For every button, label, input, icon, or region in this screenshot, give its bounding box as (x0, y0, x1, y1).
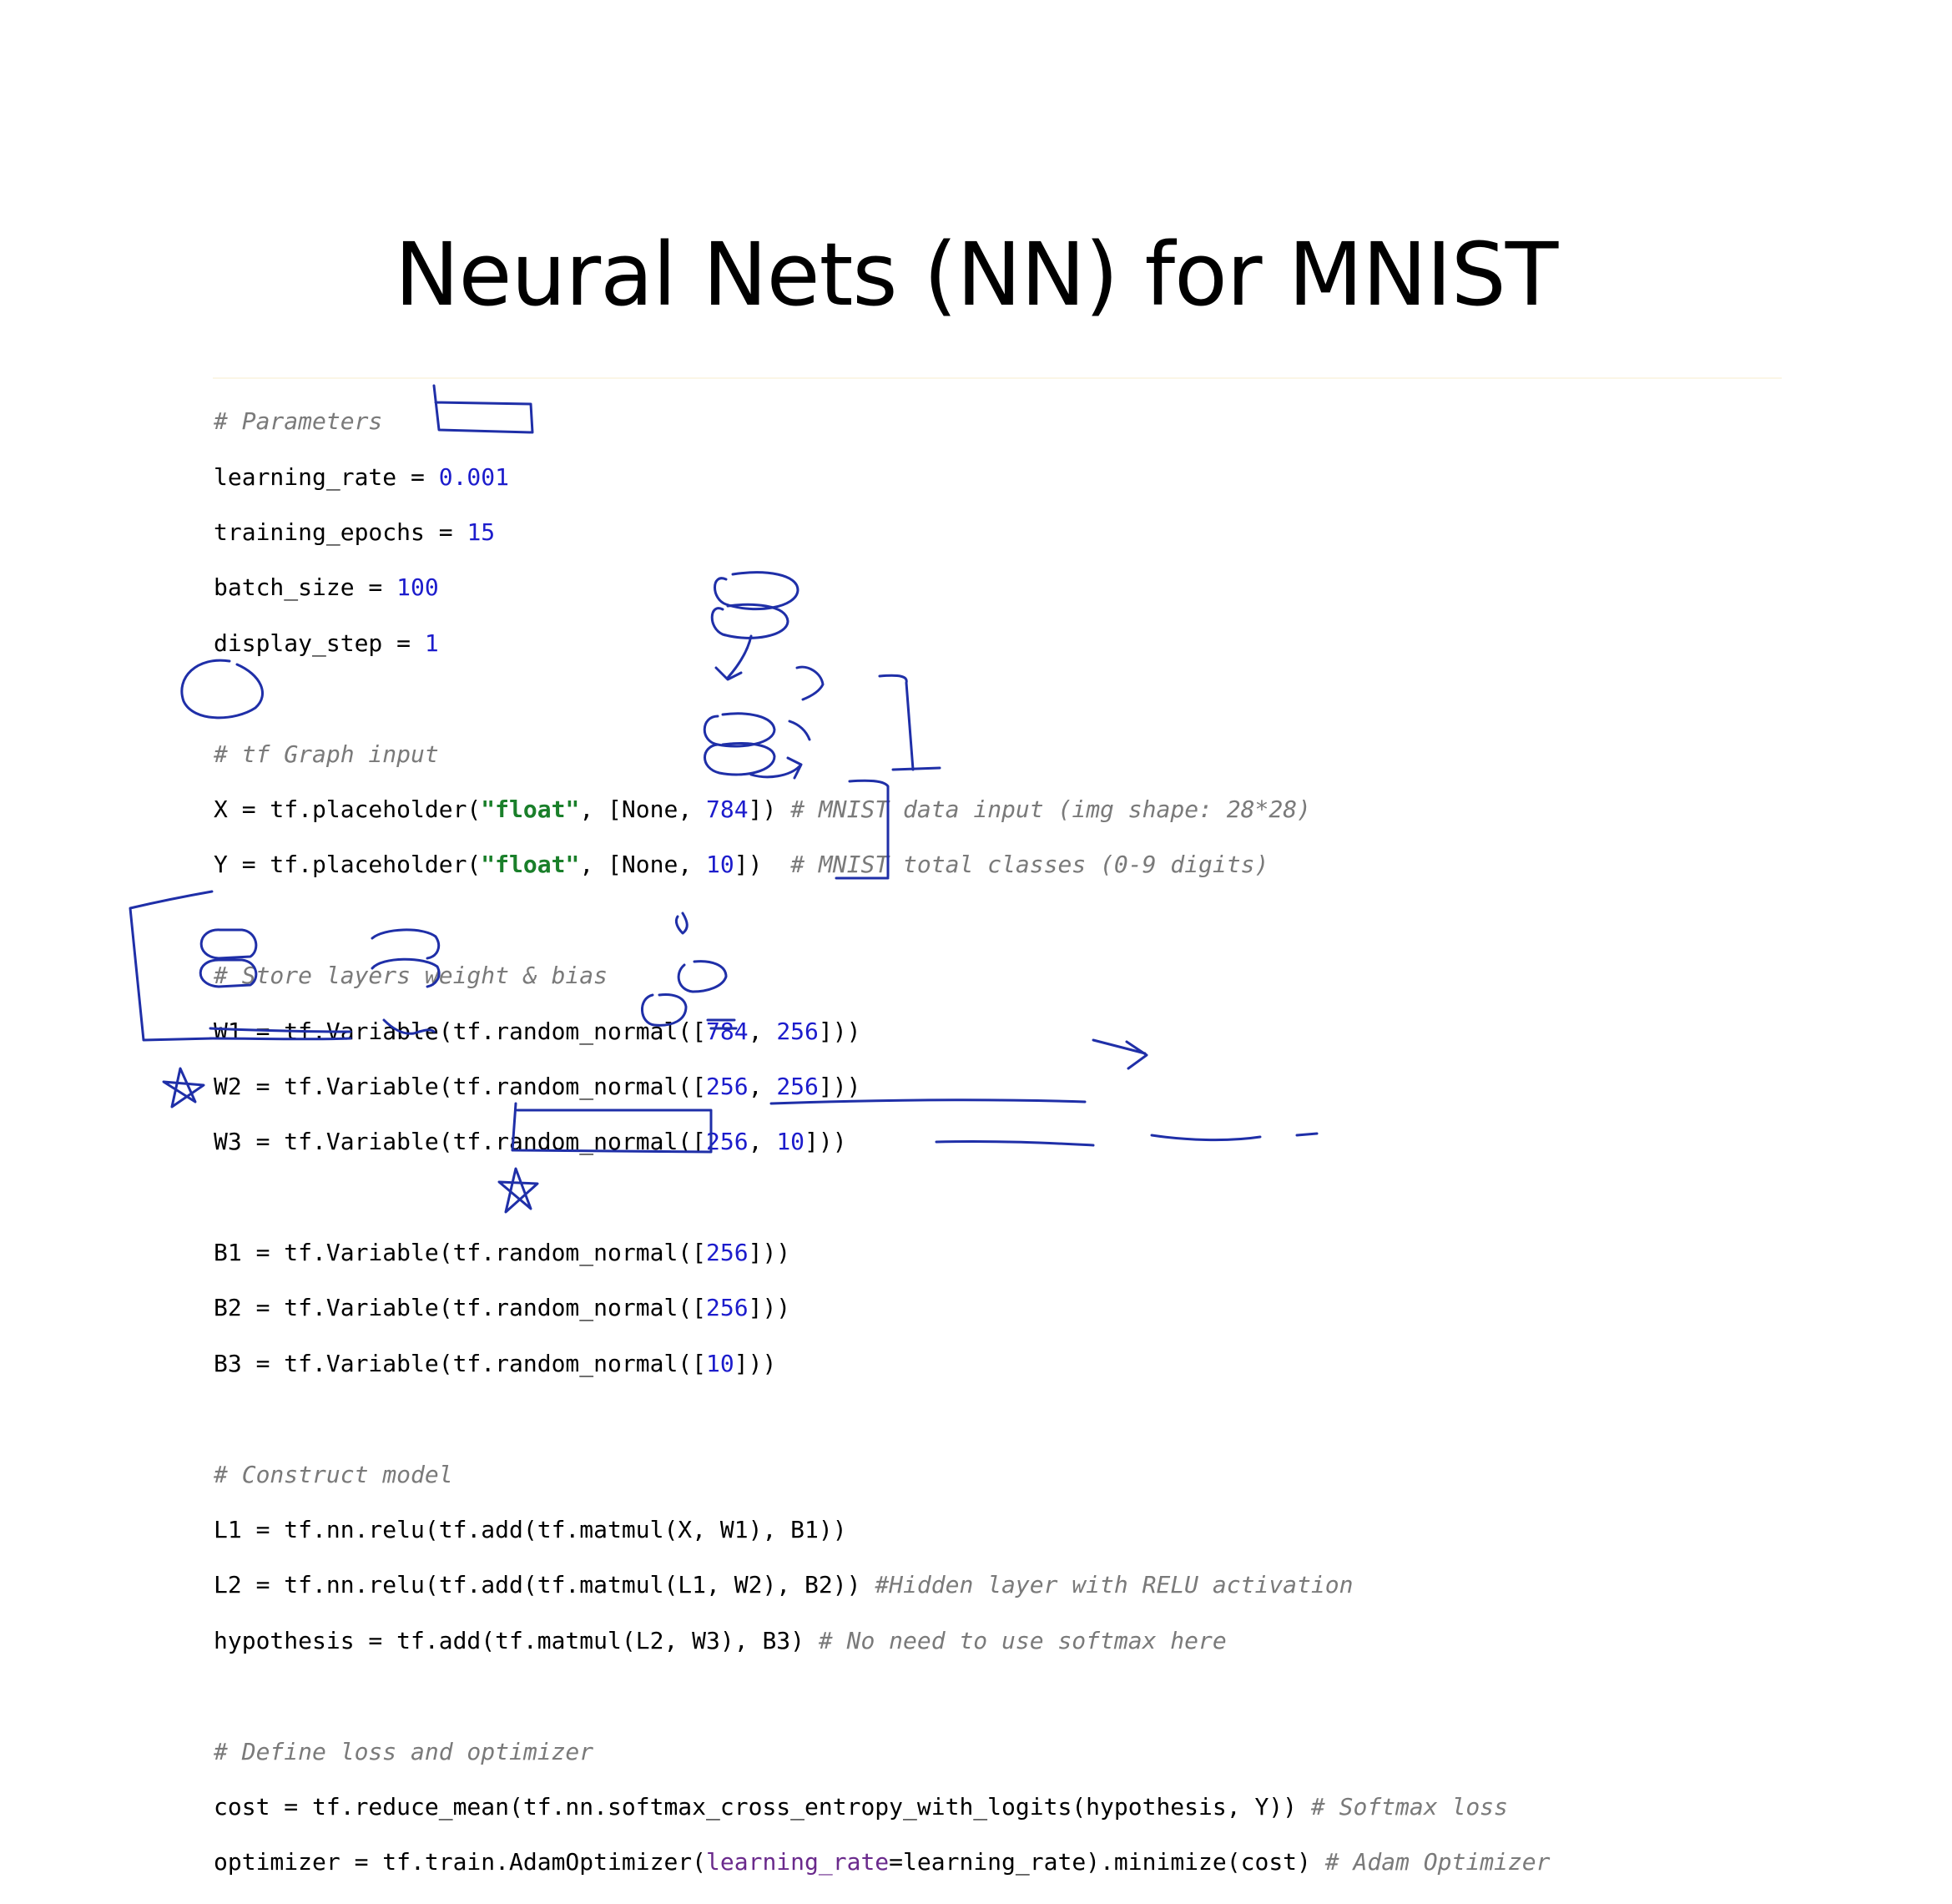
code-line: # Store layers weight & bias (214, 962, 1799, 989)
code-line: training_epochs = 15 (214, 518, 1799, 546)
code-line: hypothesis = tf.add(tf.matmul(L2, W3), B… (214, 1627, 1799, 1654)
code-text: W3 = tf.Variable(tf.random_normal([ (214, 1128, 707, 1156)
code-number: 1 (424, 629, 439, 657)
code-line: cost = tf.reduce_mean(tf.nn.softmax_cros… (214, 1793, 1799, 1821)
code-text: hypothesis = tf.add(tf.matmul(L2, W3), B… (214, 1626, 819, 1654)
code-line: Y = tf.placeholder("float", [None, 10]) … (214, 851, 1799, 878)
code-number: 256 (776, 1072, 819, 1100)
code-keyword-arg: learning_rate (706, 1848, 890, 1876)
code-number: 256 (776, 1017, 819, 1045)
code-number: 256 (706, 1239, 749, 1267)
code-number: 784 (706, 1017, 749, 1045)
code-line: W3 = tf.Variable(tf.random_normal([256, … (214, 1128, 1799, 1155)
code-text: ])) (818, 1072, 861, 1100)
code-number: 256 (706, 1294, 749, 1322)
code-comment: # No need to use softmax here (818, 1626, 1227, 1654)
code-number: 784 (706, 795, 749, 823)
code-line: batch_size = 100 (214, 573, 1799, 601)
code-text: learning_rate = (214, 462, 439, 491)
code-comment: # MNIST data input (img shape: 28*28) (790, 795, 1311, 823)
code-line: W2 = tf.Variable(tf.random_normal([256, … (214, 1073, 1799, 1100)
code-number: 10 (706, 1349, 734, 1377)
code-block: # Parameters learning_rate = 0.001 train… (214, 380, 1799, 1904)
code-string: "float" (481, 851, 580, 879)
code-text: , [None, (579, 795, 707, 823)
code-text: W1 = tf.Variable(tf.random_normal([ (214, 1017, 707, 1045)
code-line: # Define loss and optimizer (214, 1738, 1799, 1765)
code-comment: # MNIST total classes (0-9 digits) (790, 851, 1269, 879)
code-line: display_step = 1 (214, 629, 1799, 657)
code-text: ]) (734, 851, 791, 879)
code-line: # tf Graph input (214, 740, 1799, 768)
code-number: 256 (706, 1128, 749, 1156)
code-comment: # Store layers weight & bias (214, 962, 608, 990)
code-text: ])) (805, 1128, 847, 1156)
code-text: , (748, 1017, 777, 1045)
code-comment: #Hidden layer with RELU activation (875, 1571, 1354, 1599)
code-number: 0.001 (438, 462, 510, 491)
code-number: 100 (396, 573, 439, 602)
code-text: batch_size = (214, 573, 397, 602)
code-line: # Construct model (214, 1461, 1799, 1488)
code-text: ])) (734, 1349, 777, 1377)
code-line: L2 = tf.nn.relu(tf.add(tf.matmul(L1, W2)… (214, 1571, 1799, 1598)
code-text: optimizer = tf.train.AdamOptimizer( (214, 1848, 707, 1876)
code-text: cost = tf.reduce_mean(tf.nn.softmax_cros… (214, 1792, 1311, 1821)
code-text: , [None, (579, 851, 707, 879)
code-text: ]) (748, 795, 791, 823)
code-comment: # tf Graph input (214, 740, 439, 768)
code-line: learning_rate = 0.001 (214, 463, 1799, 491)
code-text: L1 = tf.nn.relu(tf.add(tf.matmul(X, W1),… (214, 1516, 847, 1544)
code-number: 10 (776, 1128, 805, 1156)
ink-bracket-construct (129, 890, 215, 1042)
code-comment: # Construct model (214, 1460, 453, 1488)
code-text: L2 = tf.nn.relu(tf.add(tf.matmul(L1, W2)… (214, 1571, 875, 1599)
code-text: Y = tf.placeholder( (214, 851, 482, 879)
code-top-border (213, 377, 1782, 379)
code-text: B1 = tf.Variable(tf.random_normal([ (214, 1239, 707, 1267)
code-line: B1 = tf.Variable(tf.random_normal([256])… (214, 1239, 1799, 1266)
code-line: L1 = tf.nn.relu(tf.add(tf.matmul(X, W1),… (214, 1516, 1799, 1543)
slide-title: Neural Nets (NN) for MNIST (394, 224, 1559, 326)
code-number: 256 (706, 1072, 749, 1100)
code-text: , (748, 1128, 777, 1156)
code-text: , (748, 1072, 777, 1100)
ink-star-cost (162, 1067, 205, 1109)
code-number: 10 (706, 851, 734, 879)
code-text: ])) (748, 1294, 791, 1322)
code-text: X = tf.placeholder( (214, 795, 482, 823)
code-text: =learning_rate).minimize(cost) (889, 1848, 1325, 1876)
code-line: X = tf.placeholder("float", [None, 784])… (214, 795, 1799, 823)
code-line: # Parameters (214, 407, 1799, 435)
code-comment: # Define loss and optimizer (214, 1737, 594, 1765)
code-comment: # Parameters (214, 407, 383, 436)
code-line: B2 = tf.Variable(tf.random_normal([256])… (214, 1294, 1799, 1321)
code-line: B3 = tf.Variable(tf.random_normal([10])) (214, 1350, 1799, 1377)
code-number: 15 (467, 518, 496, 546)
code-line: optimizer = tf.train.AdamOptimizer(learn… (214, 1848, 1799, 1876)
code-text: B2 = tf.Variable(tf.random_normal([ (214, 1294, 707, 1322)
code-comment: # Softmax loss (1310, 1792, 1508, 1821)
code-text: ])) (818, 1017, 861, 1045)
code-text: ])) (748, 1239, 791, 1267)
code-comment: # Adam Optimizer (1324, 1848, 1551, 1876)
code-string: "float" (481, 795, 580, 823)
code-text: training_epochs = (214, 518, 467, 546)
code-text: W2 = tf.Variable(tf.random_normal([ (214, 1072, 707, 1100)
code-line: W1 = tf.Variable(tf.random_normal([784, … (214, 1018, 1799, 1045)
code-text: B3 = tf.Variable(tf.random_normal([ (214, 1349, 707, 1377)
code-text: display_step = (214, 629, 425, 657)
